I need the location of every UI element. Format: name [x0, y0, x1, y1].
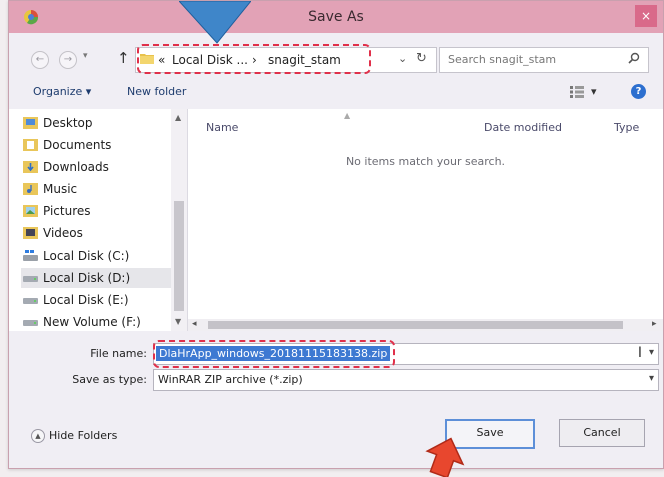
help-icon[interactable]: ?	[631, 84, 646, 99]
sidebar-item-label: New Volume (F:)	[43, 315, 141, 329]
close-button[interactable]: ×	[635, 5, 657, 27]
title-bar[interactable]: Save As ×	[9, 1, 663, 33]
documents-folder-icon	[23, 139, 38, 151]
navigation-pane: Desktop Documents Downloads Music Pictur…	[9, 109, 188, 331]
sidebar-item-label: Music	[43, 182, 78, 196]
search-icon[interactable]	[628, 52, 640, 64]
file-name-label: File name:	[90, 347, 147, 360]
sidebar-item-music[interactable]: Music	[21, 179, 171, 199]
file-name-value: DlaHrApp_windows_20181115183138.zip	[156, 346, 391, 361]
file-name-dropdown-icon[interactable]: ▾	[649, 347, 654, 358]
sidebar-scrollbar[interactable]: ▲ ▼	[171, 109, 187, 331]
sidebar-item-pictures[interactable]: Pictures	[21, 201, 171, 221]
hide-folders-label: Hide Folders	[49, 429, 118, 442]
scroll-right-icon[interactable]: ▸	[652, 319, 657, 329]
desktop-folder-icon	[23, 117, 38, 129]
column-header-name[interactable]: Name	[206, 121, 238, 134]
scroll-down-icon[interactable]: ▼	[175, 317, 181, 326]
folder-icon	[140, 54, 154, 64]
view-dropdown[interactable]: ▾	[591, 85, 597, 98]
downloads-folder-icon	[23, 161, 38, 173]
sidebar-item-desktop[interactable]: Desktop	[21, 113, 171, 133]
column-header-date-modified[interactable]: Date modified	[484, 121, 562, 134]
navigation-bar: ← → ▾ ↑ « Local Disk ... › snagit_stam ⌄…	[9, 41, 663, 77]
back-button[interactable]: ←	[31, 51, 49, 69]
sidebar-item-downloads[interactable]: Downloads	[21, 157, 171, 177]
videos-folder-icon	[23, 227, 38, 239]
address-dropdown-icon[interactable]: ⌄	[398, 52, 407, 65]
save-as-type-value: WinRAR ZIP archive (*.zip)	[158, 373, 303, 386]
cancel-button[interactable]: Cancel	[559, 419, 645, 447]
refresh-icon[interactable]: ↻	[416, 51, 427, 66]
search-input[interactable]: Search snagit_stam	[439, 47, 649, 73]
callout-arrow-icon	[179, 1, 251, 44]
address-bar[interactable]: « Local Disk ... › snagit_stam ⌄ ↻	[135, 47, 437, 73]
drive-icon	[23, 298, 38, 304]
new-folder-button[interactable]: New folder	[127, 85, 186, 98]
sidebar-item-label: Downloads	[43, 160, 109, 174]
breadcrumb-snagit-stam[interactable]: snagit_stam	[268, 53, 341, 67]
file-list-pane: ▲ Name Date modified Type No items match…	[188, 109, 663, 331]
collapse-icon: ▲	[31, 429, 45, 443]
drive-icon	[23, 320, 38, 326]
sidebar-item-label: Local Disk (D:)	[43, 271, 131, 285]
sidebar-item-new-volume-f[interactable]: New Volume (F:)	[21, 312, 171, 331]
dialog-title: Save As	[308, 9, 364, 25]
sidebar-item-label: Local Disk (C:)	[43, 249, 130, 263]
windows-drive-icon	[23, 250, 38, 261]
save-as-type-label: Save as type:	[72, 373, 147, 386]
save-as-type-select[interactable]: WinRAR ZIP archive (*.zip) ▾	[153, 369, 659, 391]
organize-menu[interactable]: Organize ▾	[33, 85, 91, 98]
save-as-dialog: Save As × ← → ▾ ↑ « Local Disk ... › sna…	[8, 0, 664, 469]
breadcrumb-overflow[interactable]: «	[158, 53, 165, 67]
horizontal-scroll-thumb[interactable]	[208, 321, 623, 329]
text-cursor-icon: I	[637, 345, 642, 361]
sort-indicator-icon: ▲	[344, 111, 351, 120]
pointer-arrow-icon	[425, 437, 465, 477]
hide-folders-button[interactable]: ▲ Hide Folders	[31, 429, 117, 443]
recent-locations-dropdown[interactable]: ▾	[83, 51, 88, 61]
sidebar-item-local-disk-c[interactable]: Local Disk (C:)	[21, 246, 171, 266]
sidebar-item-label: Videos	[43, 226, 83, 240]
column-header-type[interactable]: Type	[614, 121, 639, 134]
command-toolbar: Organize ▾ New folder ▾ ?	[9, 79, 663, 107]
save-as-type-dropdown-icon[interactable]: ▾	[649, 373, 654, 384]
sidebar-item-label: Documents	[43, 138, 112, 152]
sidebar-item-videos[interactable]: Videos	[21, 223, 171, 243]
breadcrumb-local-disk[interactable]: Local Disk ...	[172, 53, 248, 67]
breadcrumb-separator[interactable]: ›	[252, 53, 257, 67]
sidebar-item-label: Desktop	[43, 116, 93, 130]
forward-button[interactable]: →	[59, 51, 77, 69]
scroll-left-icon[interactable]: ◂	[192, 319, 197, 329]
view-options-icon[interactable]	[570, 86, 584, 98]
up-button[interactable]: ↑	[117, 49, 130, 67]
sidebar-item-documents[interactable]: Documents	[21, 135, 171, 155]
dialog-footer: ▲ Hide Folders Save Cancel	[9, 405, 663, 467]
empty-message: No items match your search.	[345, 155, 506, 168]
sidebar-item-label: Pictures	[43, 204, 91, 218]
file-name-field[interactable]: DlaHrApp_windows_20181115183138.zip I ▾	[153, 343, 659, 365]
sidebar-item-local-disk-d[interactable]: Local Disk (D:)	[21, 268, 171, 288]
drive-icon	[23, 276, 38, 282]
pictures-folder-icon	[23, 205, 38, 217]
sidebar-item-label: Local Disk (E:)	[43, 293, 129, 307]
sidebar-scroll-thumb[interactable]	[174, 201, 184, 311]
sidebar-item-local-disk-e[interactable]: Local Disk (E:)	[21, 290, 171, 310]
music-folder-icon	[23, 183, 38, 195]
horizontal-scrollbar[interactable]: ◂ ▸	[188, 319, 663, 331]
search-placeholder: Search snagit_stam	[448, 53, 557, 66]
scroll-up-icon[interactable]: ▲	[175, 113, 181, 122]
